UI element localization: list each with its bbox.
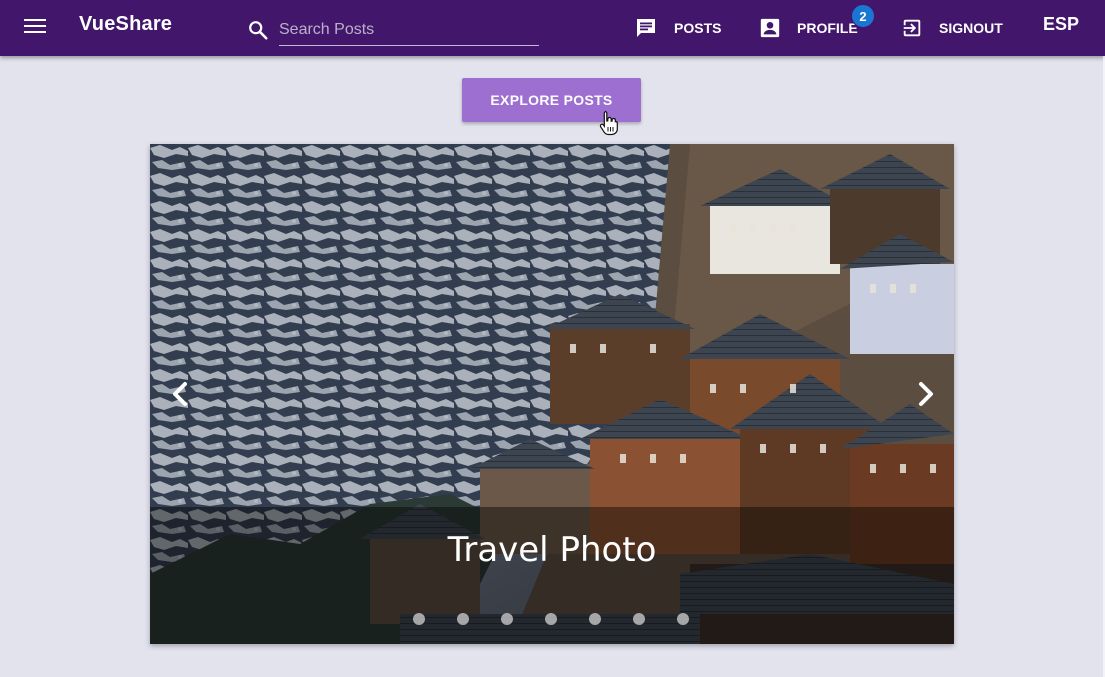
slide-caption[interactable]: Travel Photo (150, 530, 954, 570)
carousel-dot[interactable] (633, 613, 645, 625)
app-toolbar: VueShare POSTS PROFILE 2 SIGNOUT ESP (0, 0, 1105, 56)
profile-badge: 2 (851, 4, 875, 28)
photo-carousel[interactable]: Travel Photo (150, 144, 954, 644)
chevron-left-icon[interactable] (160, 377, 200, 411)
posts-icon (637, 19, 655, 37)
search-input[interactable] (279, 15, 539, 46)
posts-label: POSTS (674, 20, 722, 36)
search-icon (249, 21, 268, 40)
profile-icon (760, 18, 780, 38)
profile-button[interactable]: PROFILE 2 (759, 0, 875, 56)
signout-button[interactable]: SIGNOUT (901, 0, 1003, 56)
carousel-dot[interactable] (677, 613, 689, 625)
carousel-dot[interactable] (589, 613, 601, 625)
chevron-right-icon[interactable] (906, 377, 946, 411)
profile-label: PROFILE (797, 20, 858, 36)
carousel-dot[interactable] (457, 613, 469, 625)
posts-button[interactable]: POSTS (634, 0, 721, 56)
app-title[interactable]: VueShare (79, 13, 172, 36)
carousel-dot[interactable] (501, 613, 513, 625)
carousel-indicators (413, 613, 721, 625)
signout-icon (903, 19, 921, 37)
signout-label: SIGNOUT (939, 20, 1003, 36)
carousel-dot[interactable] (545, 613, 557, 625)
menu-icon[interactable] (24, 16, 46, 38)
carousel-dot[interactable] (413, 613, 425, 625)
language-button[interactable]: ESP (1043, 14, 1079, 35)
hand-cursor-icon (599, 110, 618, 136)
